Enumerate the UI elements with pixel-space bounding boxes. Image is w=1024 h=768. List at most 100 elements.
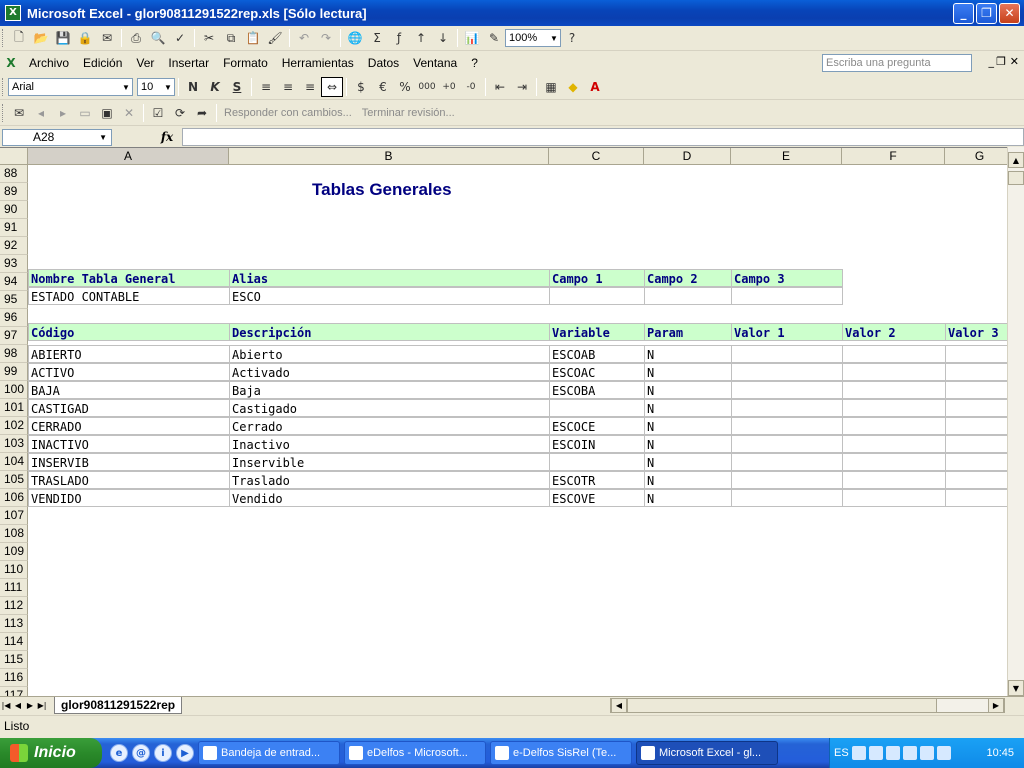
toolbar-handle[interactable] — [2, 78, 5, 96]
first-sheet-icon[interactable]: |◀ — [0, 701, 12, 710]
detail-cell[interactable]: Baja — [229, 381, 550, 399]
taskbar-item-sisrel[interactable]: e-Delfos SisRel (Te... — [490, 741, 632, 765]
end-review-button[interactable]: Terminar revisión... — [362, 107, 455, 119]
taskbar-item-inbox[interactable]: Bandeja de entrad... — [198, 741, 340, 765]
search-icon[interactable] — [936, 746, 951, 760]
bold-button[interactable]: N — [182, 77, 204, 97]
zoom-select[interactable]: 100% ▼ — [505, 29, 561, 47]
detail-cell[interactable] — [945, 399, 1007, 417]
row-header[interactable]: 93 — [0, 255, 28, 273]
detail-cell[interactable]: INACTIVO — [28, 435, 230, 453]
detail-cell[interactable] — [842, 489, 946, 507]
row-header[interactable]: 114 — [0, 633, 28, 651]
row-header[interactable]: 105 — [0, 471, 28, 489]
copy-icon[interactable]: ⧉ — [220, 28, 242, 48]
detail-header-cell[interactable]: Valor 3 — [945, 323, 1007, 341]
help-icon[interactable]: i — [154, 744, 172, 762]
underline-button[interactable]: S — [226, 77, 248, 97]
detail-header-cell[interactable]: Descripción — [229, 323, 550, 341]
track-changes-icon[interactable]: ☑ — [147, 103, 169, 123]
doc-restore-button[interactable]: ❐ — [996, 55, 1006, 68]
row-header[interactable]: 111 — [0, 579, 28, 597]
redo-icon[interactable]: ↷ — [315, 28, 337, 48]
sort-descending-icon[interactable]: ↓ — [432, 28, 454, 48]
row-header[interactable]: 101 — [0, 399, 28, 417]
taskbar-item-excel[interactable]: Microsoft Excel - gl... — [636, 741, 778, 765]
detail-cell[interactable] — [842, 471, 946, 489]
detail-cell[interactable]: BAJA — [28, 381, 230, 399]
detail-cell[interactable]: CASTIGAD — [28, 399, 230, 417]
horizontal-scrollbar[interactable]: ◀ ▶ — [610, 698, 1005, 713]
detail-cell[interactable]: N — [644, 345, 732, 363]
thousands-icon[interactable]: 000 — [416, 77, 438, 97]
media-player-icon[interactable]: ▶ — [176, 744, 194, 762]
restore-button[interactable]: ❐ — [976, 2, 997, 24]
column-header-e[interactable]: E — [731, 148, 842, 165]
column-header-d[interactable]: D — [644, 148, 731, 165]
borders-icon[interactable]: ▦ — [540, 77, 562, 97]
detail-cell[interactable] — [945, 363, 1007, 381]
detail-cell[interactable] — [842, 363, 946, 381]
antivirus-icon[interactable] — [885, 746, 900, 760]
table-value-cell[interactable] — [549, 287, 645, 305]
detail-cell[interactable] — [731, 453, 843, 471]
new-document-icon[interactable]: 🗋 — [8, 28, 30, 48]
row-header[interactable]: 107 — [0, 507, 28, 525]
row-header[interactable]: 115 — [0, 651, 28, 669]
detail-cell[interactable]: N — [644, 381, 732, 399]
chevron-down-icon[interactable]: ▼ — [99, 130, 107, 145]
send-to-icon[interactable]: ➦ — [191, 103, 213, 123]
detail-cell[interactable]: Cerrado — [229, 417, 550, 435]
delete-comment-icon[interactable]: ✕ — [118, 103, 140, 123]
autosum-icon[interactable]: Σ — [366, 28, 388, 48]
toolbar-handle[interactable] — [2, 29, 5, 47]
start-button[interactable]: Inicio — [0, 738, 102, 768]
detail-cell[interactable] — [731, 345, 843, 363]
network-icon[interactable] — [868, 746, 883, 760]
formula-input[interactable] — [182, 128, 1024, 146]
column-header-a[interactable]: A — [28, 148, 229, 165]
update-file-icon[interactable]: ⟳ — [169, 103, 191, 123]
row-header[interactable]: 116 — [0, 669, 28, 687]
language-indicator[interactable]: ES — [834, 747, 849, 759]
detail-cell[interactable] — [731, 399, 843, 417]
print-preview-icon[interactable]: 🔍 — [147, 28, 169, 48]
table-header-cell[interactable]: Alias — [229, 269, 550, 287]
detail-header-cell[interactable]: Valor 1 — [731, 323, 843, 341]
detail-cell[interactable]: N — [644, 489, 732, 507]
hyperlink-icon[interactable]: 🌐 — [344, 28, 366, 48]
detail-header-cell[interactable]: Variable — [549, 323, 645, 341]
email-icon[interactable]: ✉ — [96, 28, 118, 48]
row-header[interactable]: 90 — [0, 201, 28, 219]
previous-comment-icon[interactable]: ◂ — [30, 103, 52, 123]
menu-help[interactable]: ? — [464, 56, 485, 70]
insert-function-icon[interactable]: ƒ — [388, 28, 410, 48]
undo-icon[interactable]: ↶ — [293, 28, 315, 48]
detail-cell[interactable]: VENDIDO — [28, 489, 230, 507]
increase-indent-icon[interactable]: ⇥ — [511, 77, 533, 97]
detail-cell[interactable]: Inservible — [229, 453, 550, 471]
detail-cell[interactable] — [842, 417, 946, 435]
detail-cell[interactable] — [945, 471, 1007, 489]
detail-cell[interactable]: Vendido — [229, 489, 550, 507]
table-value-cell[interactable]: ESTADO CONTABLE — [28, 287, 230, 305]
name-box[interactable]: A28 ▼ — [2, 128, 112, 146]
detail-cell[interactable]: ACTIVO — [28, 363, 230, 381]
help-icon[interactable]: ? — [561, 28, 583, 48]
font-select[interactable]: Arial ▼ — [8, 78, 133, 96]
detail-cell[interactable]: TRASLADO — [28, 471, 230, 489]
detail-cell[interactable] — [945, 435, 1007, 453]
detail-cell[interactable] — [945, 417, 1007, 435]
detail-cell[interactable]: N — [644, 435, 732, 453]
detail-cell[interactable] — [842, 399, 946, 417]
row-header[interactable]: 109 — [0, 543, 28, 561]
detail-cell[interactable]: ESCOAB — [549, 345, 645, 363]
open-folder-icon[interactable]: 📂 — [30, 28, 52, 48]
column-header-f[interactable]: F — [842, 148, 945, 165]
table-value-cell[interactable]: ESCO — [229, 287, 550, 305]
menu-formato[interactable]: Formato — [216, 56, 275, 70]
detail-cell[interactable]: Inactivo — [229, 435, 550, 453]
row-header[interactable]: 108 — [0, 525, 28, 543]
scroll-down-icon[interactable]: ▼ — [1008, 680, 1024, 696]
scroll-left-icon[interactable]: ◀ — [611, 698, 627, 713]
